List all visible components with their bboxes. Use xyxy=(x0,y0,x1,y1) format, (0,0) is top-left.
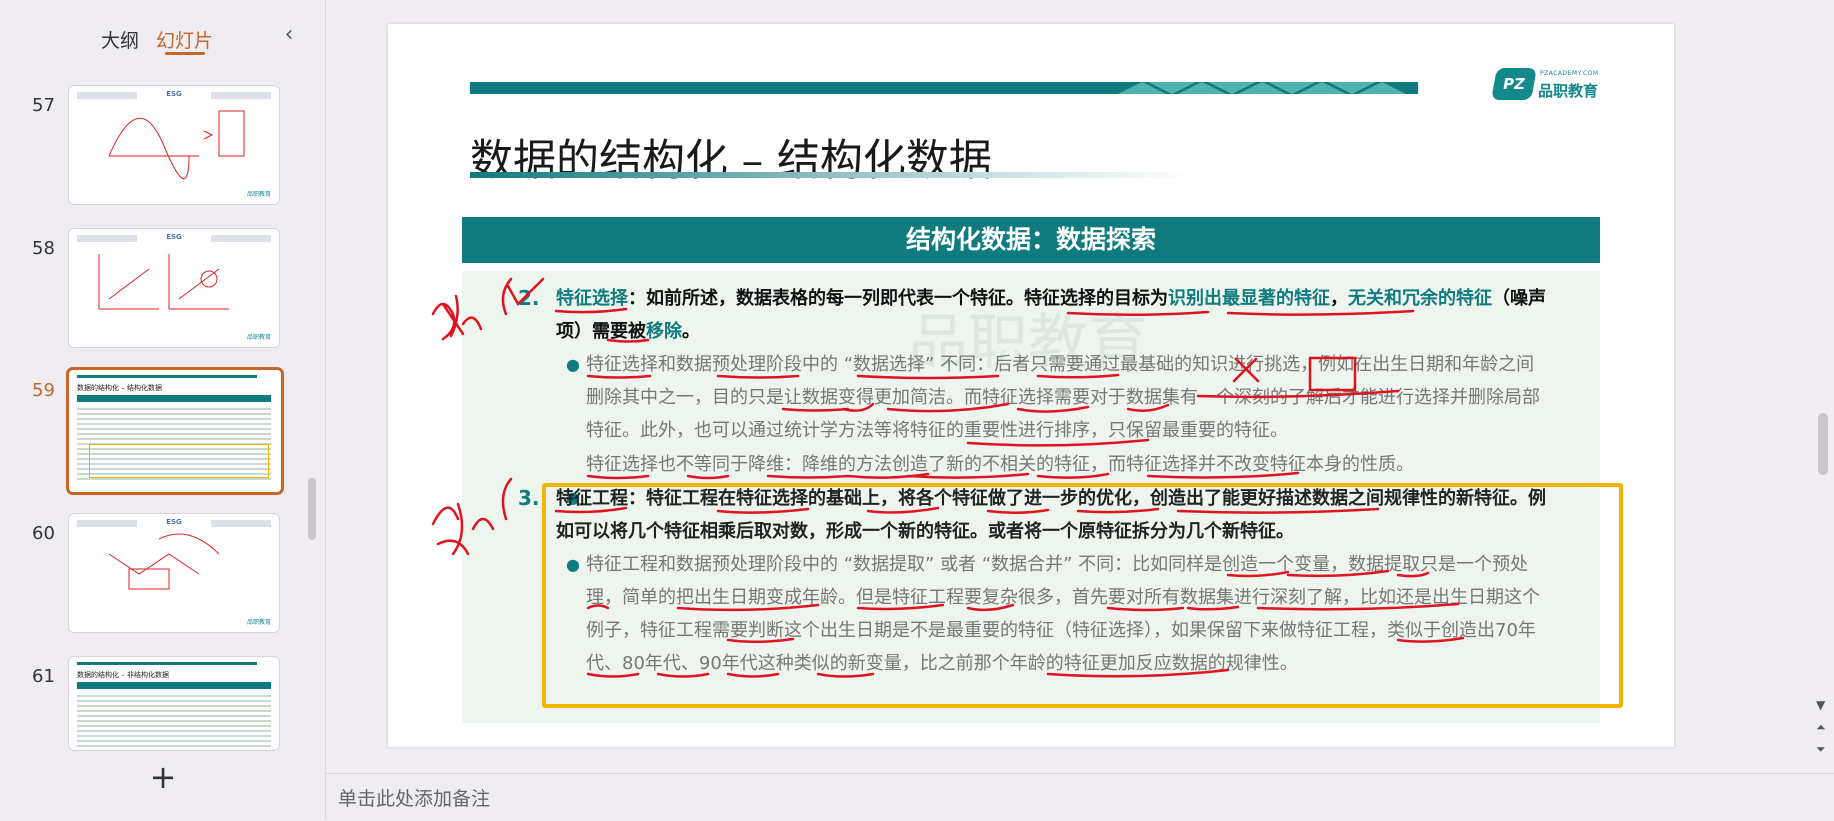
add-slide-button[interactable]: + xyxy=(148,761,178,793)
thumb-sketch xyxy=(98,254,229,310)
item3-line2: 如可以将几个特征相乘后取对数，形成一个新的特征。或者将一个原特征拆分为几个新特征… xyxy=(556,521,1294,542)
triangle-decor xyxy=(1108,82,1418,94)
item3-line1: 特征工程：特征工程在特征选择的基础上，将各个特征做了进一步的优化，创造出了能更好… xyxy=(556,488,1546,509)
thumb-logo: 品职教育 xyxy=(246,619,271,626)
sidebar-scrollbar[interactable] xyxy=(308,478,316,540)
top-decor-strip xyxy=(470,82,1115,94)
bullet-dot: ● xyxy=(566,555,580,574)
term-feature-selection: 特征选择 xyxy=(556,288,628,309)
bullet-dot: ● xyxy=(566,355,580,374)
logo-badge: PZ xyxy=(1491,68,1537,100)
thumbnail-row-59: 59 数据的结构化 – 结构化数据 xyxy=(0,367,325,495)
thumb-text-lines xyxy=(77,692,271,750)
slide-thumbnail-59[interactable]: 数据的结构化 – 结构化数据 xyxy=(66,367,284,495)
thumb-highlight xyxy=(89,444,269,478)
thumb-sketch xyxy=(108,533,220,590)
bullet3-line2: 理，简单的把出生日期变成年龄。但是特征工程要复杂很多，首先要对所有数据集进行深刻… xyxy=(586,587,1540,608)
canvas-scrollbar[interactable] xyxy=(1818,413,1828,475)
active-tab-indicator xyxy=(165,52,205,55)
thumb-logo: 品职教育 xyxy=(246,334,271,341)
text-run: 。 xyxy=(682,321,700,342)
slide-thumbnail-58[interactable]: ESG 品职教育 xyxy=(68,228,280,348)
text-run: ， xyxy=(1330,288,1348,309)
thumbnail-row-60: 60 ESG 品职教育 xyxy=(0,513,325,633)
logo-url: PZACADEMY.COM xyxy=(1540,70,1599,77)
bullet3-line3: 例子，特征工程需要判断这个出生日期是不是最重要的特征（特征选择），如果保留下来做… xyxy=(586,620,1536,641)
bullet3-line4: 代、80年代、90年代这种类似的新变量，比之前那个年龄的特征更加反应数据的规律性… xyxy=(586,653,1298,674)
section-banner: 结构化数据：数据探索 xyxy=(462,217,1600,263)
slide-number: 58 xyxy=(32,238,55,259)
text-run: 无关和冗余的特征 xyxy=(1348,288,1492,309)
slide-number: 59 xyxy=(32,380,55,401)
bullet1-line2: 删除其中之一，目的只是让数据变得更加简洁。而特征选择需要对于数据集有一个深刻的了… xyxy=(586,387,1540,408)
bullet1-line3: 特征。此外，也可以通过统计学方法等将特征的重要性进行排序，只保留最重要的特征。 xyxy=(586,420,1288,441)
title-underline xyxy=(470,172,1190,178)
thumbnail-row-61: 61 数据的结构化 – 非结构化数据 xyxy=(0,656,325,751)
item-number: 2. xyxy=(518,286,540,310)
slide-thumbnail-60[interactable]: ESG 品职教育 xyxy=(68,513,280,633)
text-run: （噪声 xyxy=(1492,288,1546,309)
logo-name: 品职教育 xyxy=(1538,82,1599,100)
scroll-down-icon[interactable]: ▼ xyxy=(1816,698,1825,712)
thumbnail-row-57: 57 ESG 品职教育 xyxy=(0,85,325,205)
thumb-title: 数据的结构化 – 结构化数据 xyxy=(77,384,162,392)
slide-canvas[interactable]: PZ PZACADEMY.COM 品职教育 数据的结构化 – 结构化数据 结构化… xyxy=(388,24,1674,747)
text-run: 识别出最显著的特征 xyxy=(1168,288,1330,309)
tab-slides[interactable]: 幻灯片 xyxy=(156,26,213,53)
thumbnail-row-58: 58 ESG 品职教育 xyxy=(0,228,325,348)
slide-thumbnail-57[interactable]: ESG 品职教育 xyxy=(68,85,280,205)
thumb-logo: 品职教育 xyxy=(246,191,271,198)
brand-logo: PZ PZACADEMY.COM 品职教育 xyxy=(1491,68,1614,108)
text-run: 项）需要被 xyxy=(556,321,646,342)
text-run: 移除 xyxy=(646,321,682,342)
next-slide-icon[interactable]: ⏷ xyxy=(1816,742,1826,757)
item2-line1: 特征选择：如前所述，数据表格的每一列即代表一个特征。特征选择的目标为识别出最显著… xyxy=(556,282,1601,315)
slide-number: 57 xyxy=(32,95,55,116)
text-run: ：如前所述，数据表格的每一列即代表一个特征。特征选择的目标为 xyxy=(628,288,1168,309)
sidebar-tabs: 大纲 幻灯片 xyxy=(0,22,325,62)
bullet2-line1: 特征选择也不等同于降维：降维的方法创造了新的不相关的特征，而特征选择并不改变特征… xyxy=(586,454,1414,475)
slide-thumbnail-61[interactable]: 数据的结构化 – 非结构化数据 xyxy=(68,656,280,751)
thumb-band xyxy=(77,395,271,402)
item-number: 3. xyxy=(518,486,540,510)
thumb-title: 数据的结构化 – 非结构化数据 xyxy=(77,671,169,679)
notes-placeholder: 单击此处添加备注 xyxy=(338,788,491,810)
chevron-left-icon[interactable]: ‹ xyxy=(279,22,299,52)
thumb-sketch xyxy=(108,110,245,179)
slide-title: 数据的结构化 – 结构化数据 xyxy=(470,136,992,186)
slide-sidebar: 大纲 幻灯片 ‹ 57 ESG 品职教育 58 ESG 品职教育 59 数据的结… xyxy=(0,0,326,820)
thumb-band xyxy=(77,682,271,689)
thumb-top-strip xyxy=(77,662,257,665)
slide-number: 61 xyxy=(32,666,55,687)
notes-area[interactable]: 单击此处添加备注 xyxy=(326,773,1834,821)
slide-number: 60 xyxy=(32,523,55,544)
bullet3-line1: 特征工程和数据预处理阶段中的 “数据提取” 或者 “数据合并” 不同：比如同样是… xyxy=(586,554,1529,575)
thumb-top-strip xyxy=(77,375,257,378)
tab-outline[interactable]: 大纲 xyxy=(101,26,139,53)
item2-line2: 项）需要被移除。 xyxy=(556,315,700,348)
bullet1-line1: 特征选择和数据预处理阶段中的 “数据选择” 不同：后者只需要通过最基础的知识进行… xyxy=(586,354,1535,375)
prev-slide-icon[interactable]: ⏶ xyxy=(1816,720,1826,735)
